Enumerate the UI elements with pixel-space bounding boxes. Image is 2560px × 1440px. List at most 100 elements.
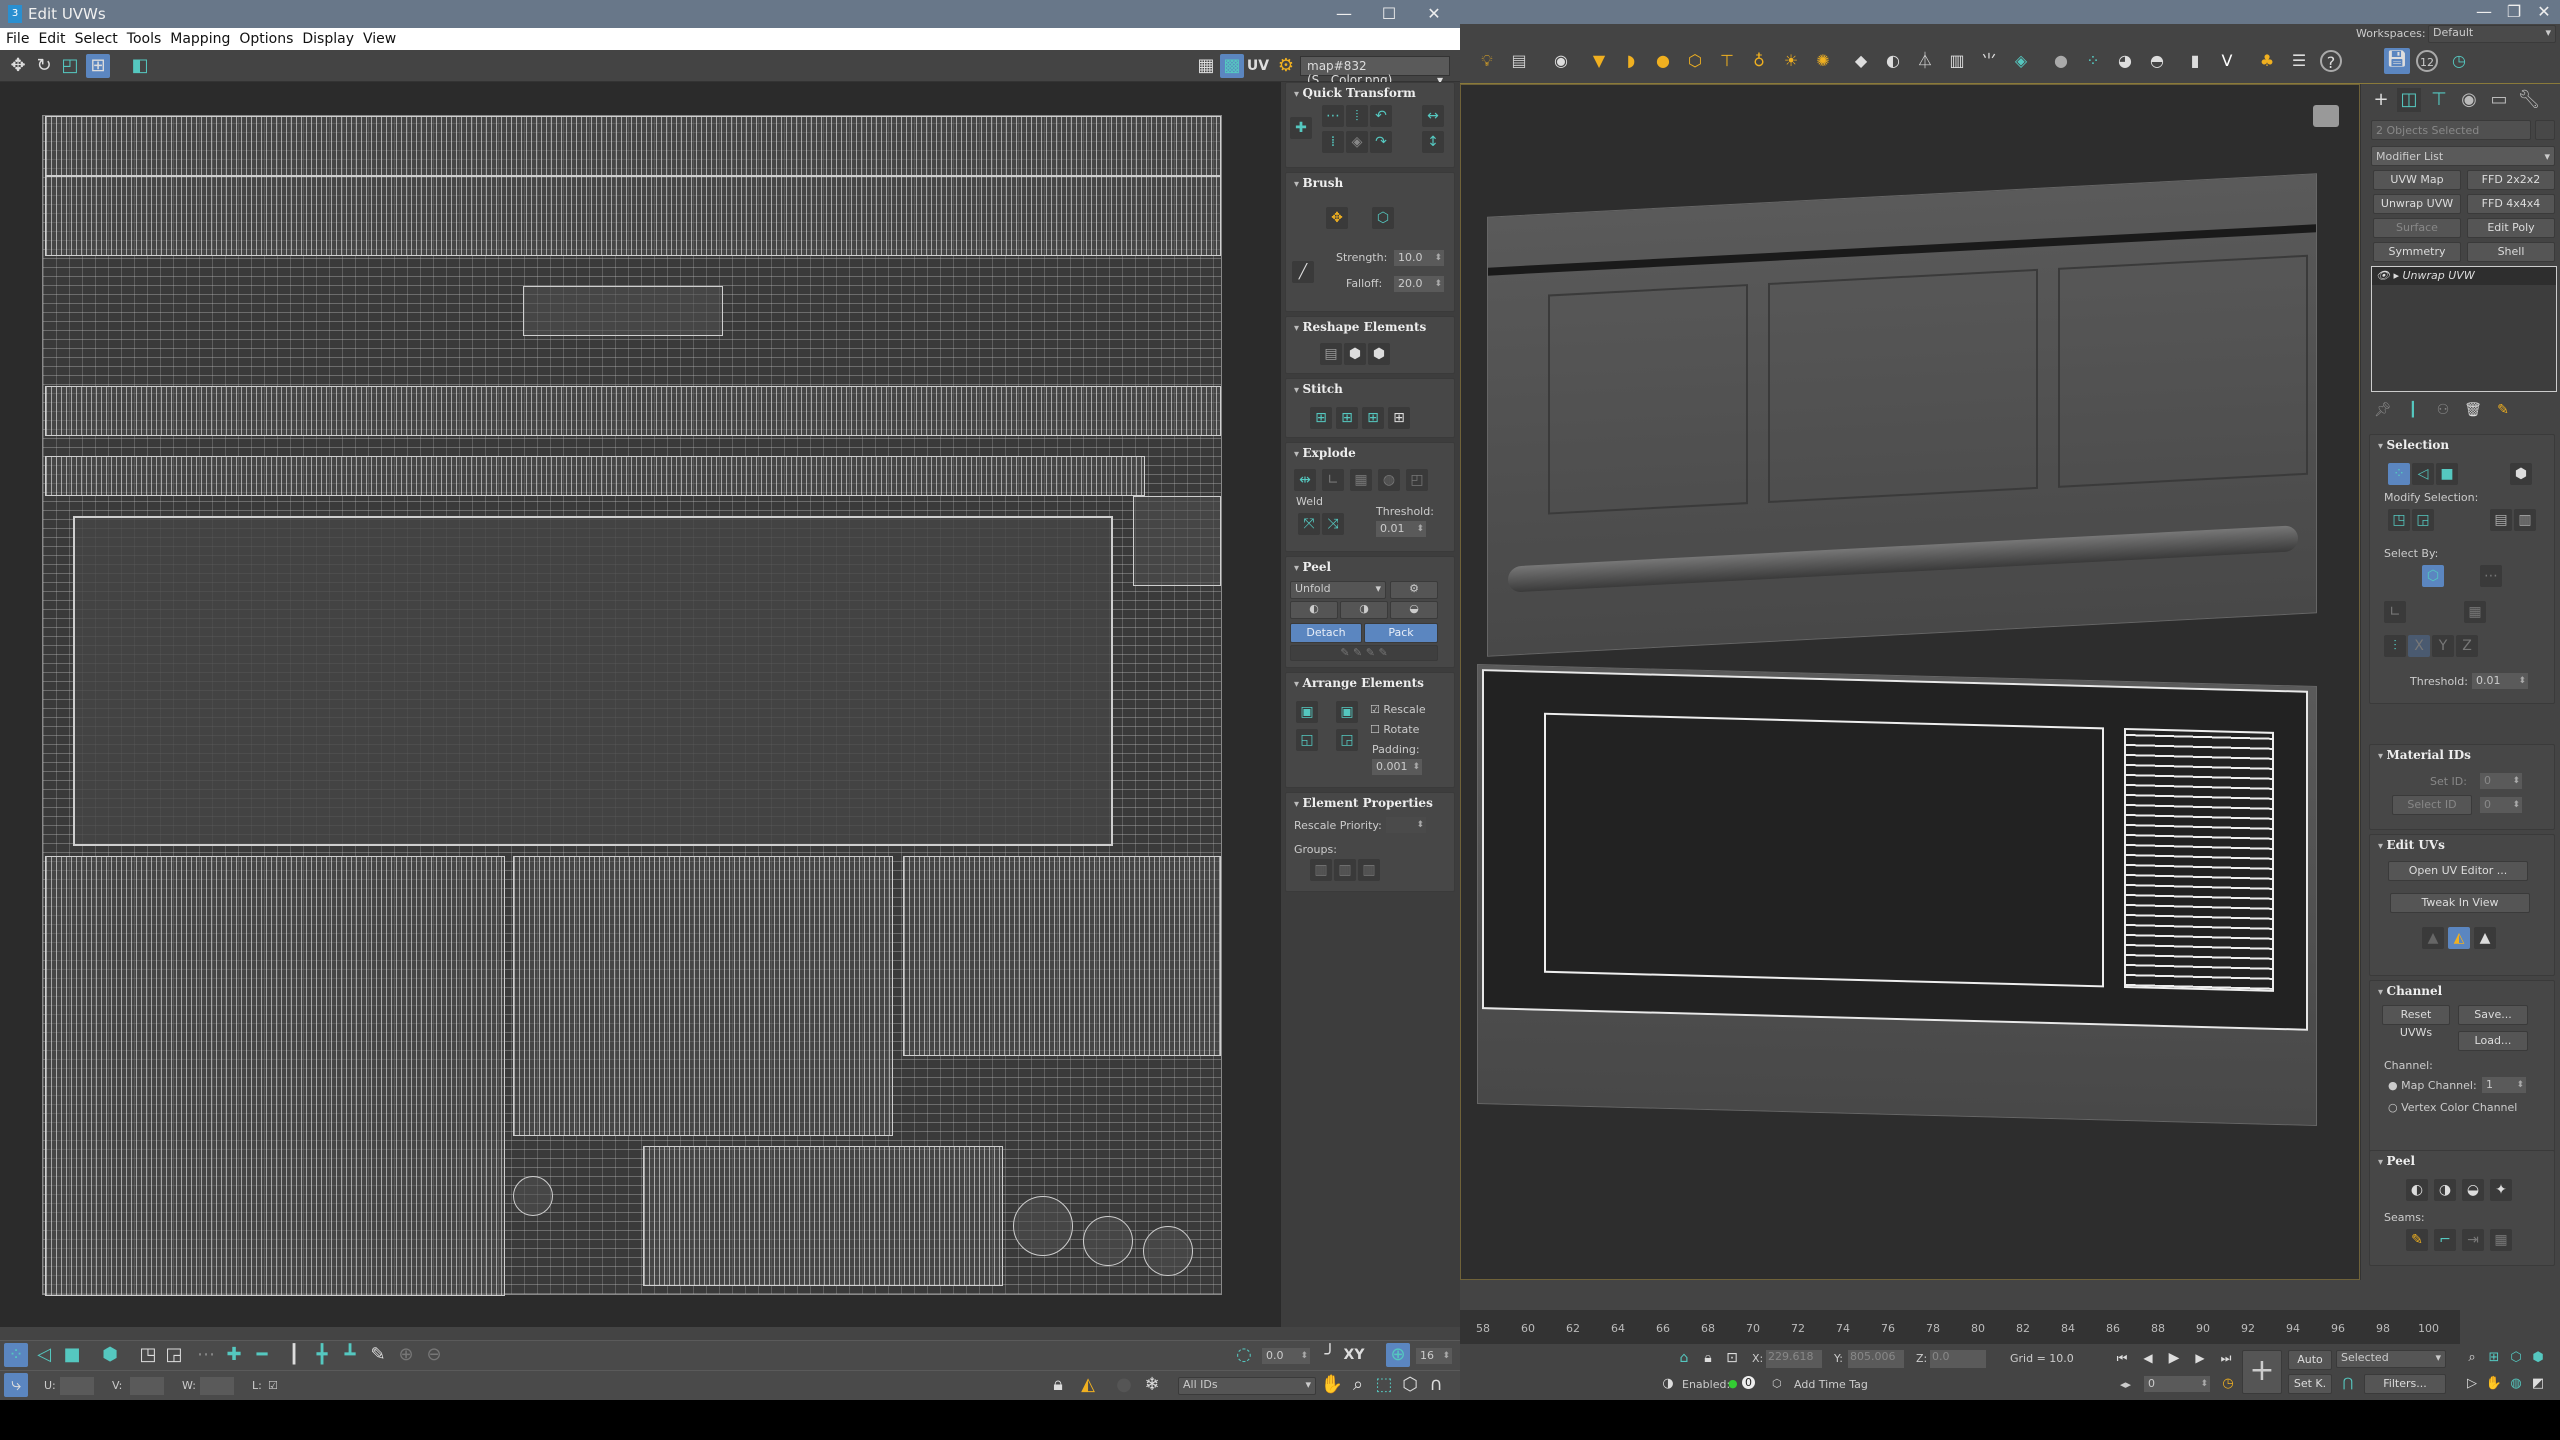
x-coordinate-field[interactable]: 229.618 xyxy=(1766,1350,1822,1368)
scene-explorer-icon[interactable]: ☰ xyxy=(2288,50,2310,72)
reset-uvws-button[interactable]: Reset UVWs xyxy=(2382,1005,2450,1039)
curve-editor-icon[interactable]: ⋂ xyxy=(2336,1372,2360,1396)
rescale-elements-icon[interactable]: ▣ xyxy=(1336,701,1358,723)
soft-selection-icon[interactable]: ◌ xyxy=(1232,1343,1256,1367)
rollout-title[interactable]: Selection xyxy=(2370,435,2554,455)
group-unlock-icon[interactable]: ▥ xyxy=(1334,859,1356,881)
menu-options[interactable]: Options xyxy=(239,31,293,47)
eye-icon[interactable]: 👁︎ xyxy=(2376,269,2390,282)
mesh-light-icon[interactable]: ⬡ xyxy=(1684,50,1706,72)
configure-sets-icon[interactable]: ✎ xyxy=(2491,398,2515,422)
rollout-title[interactable]: Quick Transform xyxy=(1286,83,1454,103)
break-icon[interactable]: ⇹ xyxy=(1294,469,1316,491)
symmetry-button[interactable]: Symmetry xyxy=(2373,242,2461,262)
ring-icon[interactable]: ┃ xyxy=(282,1343,306,1367)
menu-tools[interactable]: Tools xyxy=(127,31,162,47)
spotlight-icon[interactable]: ▼ xyxy=(1588,50,1610,72)
viewport-zoom-icon[interactable]: ⌕ xyxy=(2460,1346,2484,1370)
snap-icon[interactable]: ∩ xyxy=(1424,1373,1448,1397)
camera-sequencer-icon[interactable]: ▤ xyxy=(1508,50,1530,72)
align-vertical-icon[interactable]: ⦙ xyxy=(1346,105,1368,127)
sun-icon[interactable]: ☀ xyxy=(1780,50,1802,72)
uvw-map-button[interactable]: UVW Map xyxy=(2373,170,2461,190)
space-horizontal-icon[interactable]: ↔ xyxy=(1422,105,1444,127)
freeform-icon[interactable]: ⊞ xyxy=(86,54,110,78)
rotate-icon[interactable]: ↻ xyxy=(32,54,56,78)
ring-select-icon[interactable]: ▥ xyxy=(2514,509,2536,531)
grow-selection-icon[interactable]: ◳ xyxy=(136,1343,160,1367)
add-time-tag-link[interactable]: Add Time Tag xyxy=(1794,1378,1868,1391)
zoom-icon[interactable]: ⌕ xyxy=(1346,1373,1370,1397)
rollout-title[interactable]: Explode xyxy=(1286,443,1454,463)
field-of-view-icon[interactable]: ▷ xyxy=(2460,1372,2484,1396)
stitch-average-icon[interactable]: ⊞ xyxy=(1362,407,1384,429)
play-icon[interactable]: ▶ xyxy=(2162,1346,2186,1370)
explode-angle-icon[interactable]: ∟ xyxy=(1322,469,1344,491)
select-by-angle-icon[interactable]: ∟ xyxy=(2384,601,2406,623)
show-map-icon[interactable]: ▩ xyxy=(1220,54,1244,78)
rollout-title[interactable]: Peel xyxy=(1286,557,1454,577)
sphere-light-icon[interactable]: ● xyxy=(1652,50,1674,72)
edge-select-icon[interactable]: ◁ xyxy=(2412,463,2434,485)
reset-peel-icon[interactable]: ◒ xyxy=(2462,1179,2484,1201)
utilities-tab-icon[interactable]: 🔧︎ xyxy=(2517,88,2541,112)
selection-threshold-input[interactable]: 0.01 xyxy=(2472,673,2528,689)
material-editor-icon[interactable]: ⁘ xyxy=(2082,50,2104,72)
peel-mode-icon[interactable]: ◑ xyxy=(2434,1179,2456,1201)
edit-seams-icon[interactable]: ✎ xyxy=(2406,1229,2428,1251)
rollout-title[interactable]: Arrange Elements xyxy=(1286,673,1454,693)
viewport-pan-icon[interactable]: ✋ xyxy=(2482,1372,2506,1396)
loop-select-icon[interactable]: ▤ xyxy=(2490,509,2512,531)
element-select-icon[interactable]: ⬢ xyxy=(2510,463,2532,485)
stitch-custom-icon[interactable]: ⊞ xyxy=(1310,407,1332,429)
enabled-count[interactable]: 0 xyxy=(1742,1376,1755,1389)
face-mode-icon[interactable]: ■ xyxy=(60,1343,84,1367)
rollout-title[interactable]: Brush xyxy=(1286,173,1454,193)
menu-edit[interactable]: Edit xyxy=(38,31,65,47)
pack-together-icon[interactable]: ◲ xyxy=(1336,729,1358,751)
uv-shell[interactable] xyxy=(1133,496,1221,586)
render-frame-icon[interactable]: ◓ xyxy=(2146,50,2168,72)
set-id-input[interactable]: 0 xyxy=(2480,773,2522,789)
tweak-in-view-button[interactable]: Tweak In View xyxy=(2390,893,2530,913)
z-coordinate-field[interactable]: 0.0 xyxy=(1930,1350,1986,1368)
hide-icon[interactable]: ◭ xyxy=(1076,1373,1100,1397)
seams-to-edge-sel-icon[interactable]: ▦ xyxy=(2490,1229,2512,1251)
set-key-icon[interactable]: + xyxy=(2242,1350,2282,1394)
relax-icon[interactable]: ⬢ xyxy=(1344,343,1366,365)
align-grid-icon[interactable]: ◈ xyxy=(1346,131,1368,153)
u-input[interactable] xyxy=(60,1377,94,1395)
vertex-mode-icon[interactable]: ⁘ xyxy=(4,1343,28,1367)
save-uvs-button[interactable]: Save... xyxy=(2458,1005,2528,1025)
proxy-icon[interactable]: ◆ xyxy=(1850,50,1872,72)
rotate-cw-icon[interactable]: ↷ xyxy=(1370,131,1392,153)
orbit-icon[interactable]: ◍ xyxy=(2504,1372,2528,1396)
edit-poly-button[interactable]: Edit Poly xyxy=(2467,218,2555,238)
rollout-title[interactable]: Edit UVs xyxy=(2370,835,2554,855)
ies-light-icon[interactable]: ⊤ xyxy=(1716,50,1738,72)
adaptive-degradation-icon[interactable]: ◑ xyxy=(1656,1372,1680,1396)
workspace-dropdown[interactable]: Default ▾ xyxy=(2428,25,2556,43)
auto-key-button[interactable]: Auto xyxy=(2288,1350,2332,1370)
grass-icon[interactable]: ⺌ xyxy=(1978,50,2000,72)
uv-shell[interactable] xyxy=(45,176,1221,256)
rotate-checkbox[interactable]: ☐ Rotate xyxy=(1370,723,1419,736)
weld-selected-icon[interactable]: ⤧ xyxy=(1298,513,1320,535)
textured-wall-mesh[interactable] xyxy=(1487,173,2317,657)
next-frame-icon[interactable]: ▶︎ xyxy=(2188,1346,2212,1370)
reset-peel-icon[interactable]: ◒ xyxy=(1390,601,1438,619)
open-uv-editor-button[interactable]: Open UV Editor ... xyxy=(2388,861,2528,881)
unfold-settings-icon[interactable]: ⚙ xyxy=(1390,581,1438,599)
menu-mapping[interactable]: Mapping xyxy=(170,31,230,47)
bulb-light-icon[interactable]: ♁ xyxy=(1748,50,1770,72)
edge-mode-icon[interactable]: ◁ xyxy=(32,1343,56,1367)
timeline-ruler[interactable]: 58 60 62 64 66 68 70 72 74 76 78 80 82 8… xyxy=(1460,1310,2460,1344)
select-element-uv-icon[interactable]: ⬡ xyxy=(2422,565,2444,587)
camera-icon[interactable]: ◉ xyxy=(1550,50,1572,72)
rollout-title[interactable]: Element Properties xyxy=(1286,793,1454,813)
time-configuration-icon[interactable]: ◷ xyxy=(2216,1372,2240,1396)
rollout-title[interactable]: Material IDs xyxy=(2370,745,2554,765)
autosave-icon[interactable]: ◷ xyxy=(2448,50,2470,72)
explode-poly-icon[interactable]: ▦ xyxy=(1350,469,1372,491)
uv-shell[interactable] xyxy=(45,116,1221,176)
